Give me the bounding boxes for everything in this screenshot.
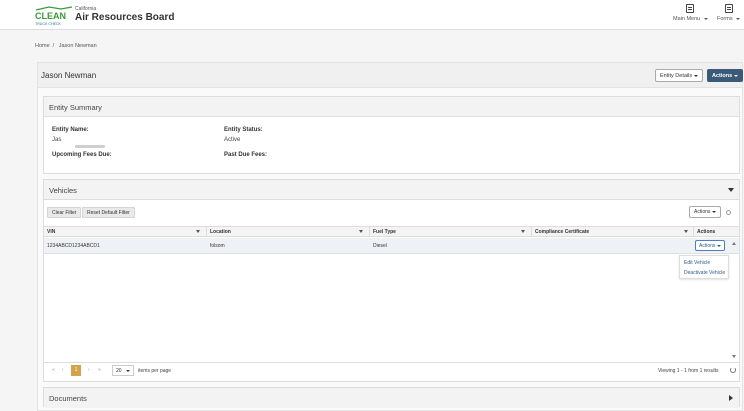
- last-page-button[interactable]: »: [98, 367, 101, 373]
- column-divider: [531, 227, 532, 236]
- clear-filter-button[interactable]: Clear Filter: [47, 207, 82, 218]
- current-page-button[interactable]: 1: [71, 365, 81, 376]
- reset-default-filter-button[interactable]: Reset Default Filter: [82, 207, 135, 218]
- column-header-actions: Actions: [697, 229, 716, 235]
- chevron-down-icon: [717, 244, 722, 247]
- vehicles-pager: « ‹ 1 › » 20 items per page Viewing 1 - …: [44, 362, 739, 378]
- entity-name-field: Jas: [52, 136, 122, 148]
- refresh-icon[interactable]: [730, 367, 736, 373]
- vehicles-toolbar: Clear Filter Reset Default Filter Action…: [44, 202, 739, 224]
- main-menu-button[interactable]: Main Menu: [673, 4, 708, 22]
- entity-details-label: Entity Details: [660, 73, 693, 79]
- entity-summary-card: Entity Summary Entity Name: Jas Entity S…: [43, 96, 740, 174]
- pager-summary: Viewing 1 - 1 from 1 results: [658, 368, 719, 374]
- chevron-down-icon: [126, 370, 130, 372]
- filter-icon[interactable]: [684, 230, 688, 233]
- entity-header: Jason Newman Entity Details Actions: [38, 63, 744, 88]
- upcoming-fees-label: Upcoming Fees Due:: [52, 152, 112, 158]
- row-actions-label: Actions: [699, 243, 716, 249]
- chevron-down-icon: [703, 17, 708, 20]
- entity-details-button[interactable]: Entity Details: [655, 69, 704, 82]
- main-menu-label: Main Menu: [673, 16, 701, 22]
- logo-text: CLEAN: [35, 11, 66, 21]
- documents-card[interactable]: Documents: [43, 387, 740, 408]
- entity-actions-button[interactable]: Actions: [707, 69, 744, 82]
- column-divider: [693, 227, 694, 236]
- vehicles-actions-button[interactable]: Actions: [689, 206, 722, 218]
- entity-summary-header: Entity Summary: [44, 97, 739, 117]
- items-per-page-label: items per page: [138, 368, 172, 374]
- entity-title: Jason Newman: [41, 71, 97, 80]
- deactivate-vehicle-menu-item[interactable]: Deactivate Vehicle: [684, 270, 725, 276]
- location-cell: folsom: [210, 243, 225, 249]
- scroll-down-arrow[interactable]: [732, 355, 736, 358]
- filter-icon[interactable]: [359, 230, 363, 233]
- past-due-fees-label: Past Due Fees:: [224, 152, 268, 158]
- entity-actions-label: Actions: [712, 73, 733, 79]
- column-divider: [206, 227, 207, 236]
- chevron-down-icon: [736, 17, 741, 20]
- row-actions-menu: Edit Vehicle Deactivate Vehicle: [679, 255, 729, 279]
- entity-status-label: Entity Status:: [224, 127, 263, 133]
- documents-header[interactable]: Documents: [44, 388, 739, 408]
- forms-menu-label: Forms: [717, 16, 733, 22]
- chevron-down-icon: [734, 74, 739, 77]
- entity-name-value: Jas: [52, 137, 62, 143]
- forms-menu-button[interactable]: Forms: [717, 4, 741, 22]
- agency-title: Air Resources Board: [75, 12, 175, 23]
- filter-icon[interactable]: [196, 230, 200, 233]
- row-actions-button[interactable]: Actions: [695, 240, 726, 251]
- chevron-down-icon: [694, 74, 699, 77]
- first-page-button[interactable]: «: [52, 367, 55, 373]
- page-size-value: 20: [116, 368, 122, 374]
- expand-icon[interactable]: [729, 395, 733, 401]
- edit-vehicle-menu-item[interactable]: Edit Vehicle: [684, 260, 710, 266]
- prev-page-button[interactable]: ‹: [62, 367, 64, 373]
- app-header: CLEAN TRUCK CHECK California Air Resourc…: [0, 0, 744, 30]
- breadcrumb-home-link[interactable]: Home: [35, 43, 50, 49]
- vehicles-header[interactable]: Vehicles: [44, 180, 739, 200]
- column-header-location[interactable]: Location: [210, 229, 231, 235]
- entity-name-label: Entity Name:: [52, 127, 89, 133]
- forms-icon: [724, 4, 733, 13]
- breadcrumb: Home / Jason Newman: [35, 43, 100, 49]
- redacted-text: [75, 145, 105, 148]
- fuel-type-cell: Diesel: [373, 243, 387, 249]
- vehicles-card: Vehicles Clear Filter Reset Default Filt…: [43, 179, 740, 382]
- gear-icon[interactable]: [726, 210, 731, 215]
- logo-subtext: TRUCK CHECK: [35, 22, 62, 26]
- vehicles-actions-label: Actions: [694, 209, 711, 215]
- entity-status-value: Active: [224, 137, 241, 143]
- breadcrumb-current: Jason Newman: [58, 43, 97, 49]
- main-content: Jason Newman Entity Details Actions Enti…: [37, 62, 744, 411]
- column-header-fuel-type[interactable]: Fuel Type: [373, 229, 396, 235]
- page-size-select[interactable]: 20: [112, 365, 134, 376]
- chevron-down-icon: [712, 210, 717, 213]
- documents-title: Documents: [49, 394, 87, 403]
- vehicles-table-header: VIN Location Fuel Type Compliance Certif…: [44, 226, 739, 237]
- collapse-icon[interactable]: [728, 188, 734, 192]
- column-divider: [369, 227, 370, 236]
- next-page-button[interactable]: ›: [88, 367, 90, 373]
- table-row[interactable]: 1234ABCD1234ABCD1 folsom Diesel Actions: [44, 238, 739, 254]
- vin-cell: 1234ABCD1234ABCD1: [47, 243, 100, 249]
- document-icon: [686, 4, 695, 13]
- filter-icon[interactable]: [521, 230, 525, 233]
- vehicles-title: Vehicles: [49, 186, 77, 195]
- scroll-up-arrow[interactable]: [732, 242, 736, 245]
- breadcrumb-separator: /: [52, 43, 55, 49]
- column-header-vin[interactable]: VIN: [47, 229, 55, 235]
- column-header-compliance-certificate[interactable]: Compliance Certificate: [535, 229, 589, 235]
- clean-truck-check-logo[interactable]: CLEAN TRUCK CHECK: [34, 4, 74, 26]
- entity-summary-title: Entity Summary: [49, 103, 102, 112]
